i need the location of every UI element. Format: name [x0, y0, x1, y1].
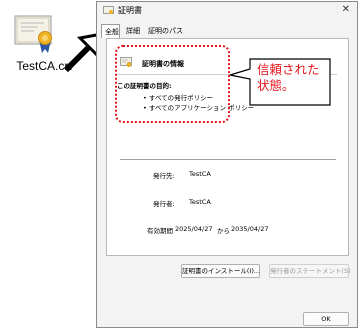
certificate-title-icon — [103, 6, 114, 14]
divider — [120, 159, 336, 160]
ok-button[interactable]: OK — [303, 312, 349, 326]
validity-label: 有効期間 — [147, 227, 173, 235]
callout-text: 信頼された 状態。 — [257, 62, 320, 93]
tab-certification-path[interactable]: 証明のパス — [145, 24, 186, 38]
dialog-title: 証明書 — [118, 6, 142, 15]
issued-by-label: 発行者: — [153, 200, 175, 208]
highlight-box — [115, 45, 230, 123]
issued-to-label: 発行先: — [153, 172, 175, 180]
issuer-statement-button[interactable]: 発行者のステートメント(S) — [269, 264, 351, 278]
valid-to-value: 2035/04/27 — [231, 225, 269, 233]
issued-by-value: TestCA — [189, 198, 211, 206]
valid-from-value: 2025/04/27 — [175, 225, 213, 233]
install-certificate-button[interactable]: 証明書のインストール(I)... — [181, 264, 260, 278]
certificate-file-icon[interactable] — [14, 12, 52, 54]
tab-details[interactable]: 詳細 — [123, 24, 143, 38]
tab-general[interactable]: 全般 — [101, 24, 120, 38]
close-button[interactable]: ✕ — [342, 4, 350, 15]
title-bar: 証明書 ✕ — [97, 2, 357, 20]
issued-to-value: TestCA — [189, 170, 211, 178]
valid-separator: から — [217, 227, 230, 235]
